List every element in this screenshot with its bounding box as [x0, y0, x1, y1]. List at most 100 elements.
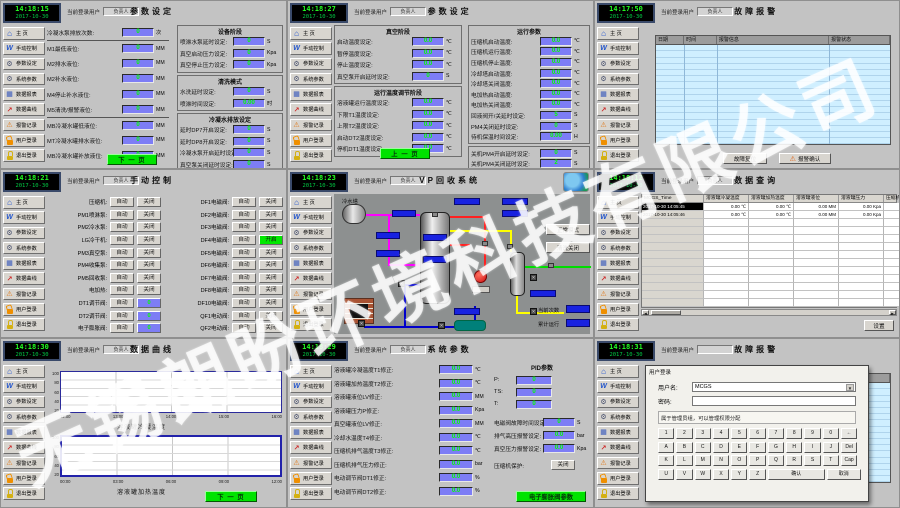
sidebar-item[interactable]: 主 页	[597, 196, 639, 209]
keyboard-key[interactable]: S	[804, 455, 820, 466]
sidebar-item[interactable]: 退出登录	[290, 149, 332, 162]
keyboard-key[interactable]: L	[676, 455, 692, 466]
sidebar-item[interactable]: 手动控制	[597, 42, 639, 55]
param-value-input[interactable]: 0.0	[412, 121, 444, 130]
sidebar-item[interactable]: 手动控制	[3, 42, 45, 55]
keyboard-key[interactable]: B	[676, 442, 692, 453]
keyboard-key[interactable]: C	[695, 442, 711, 453]
sidebar-item[interactable]: 数据报表	[597, 88, 639, 101]
sidebar-item[interactable]: 数据曲线	[290, 441, 332, 454]
keyboard-key[interactable]: ←	[841, 428, 857, 439]
device-state-button[interactable]: 关闭	[137, 222, 161, 232]
keyboard-key[interactable]: W	[695, 469, 711, 480]
sidebar-item[interactable]: 数据报表	[597, 426, 639, 439]
query-table-row[interactable]	[642, 243, 896, 251]
param-value-input[interactable]: 0	[122, 44, 154, 53]
param-value-input[interactable]: 0.0	[439, 487, 473, 496]
sidebar-item[interactable]: 系统参数	[597, 411, 639, 424]
auto-mode-button[interactable]: 自动	[110, 298, 134, 308]
device-state-button[interactable]: 0	[137, 323, 161, 333]
auto-mode-button[interactable]: 自动	[110, 311, 134, 321]
keyboard-key[interactable]: J	[823, 442, 839, 453]
cancel-button[interactable]: 取消	[827, 469, 861, 480]
pid-value-input[interactable]: 0	[516, 388, 552, 397]
sidebar-item[interactable]: 用户登录	[3, 134, 45, 147]
auto-mode-button[interactable]: 自动	[232, 273, 256, 283]
sidebar-item[interactable]: 系统参数	[3, 242, 45, 255]
keyboard-key[interactable]: 2	[676, 428, 692, 439]
keyboard-key[interactable]: D	[713, 442, 729, 453]
sidebar-item[interactable]: 系统参数	[597, 242, 639, 255]
keyboard-key[interactable]: K	[658, 455, 674, 466]
device-state-button[interactable]: 0	[137, 311, 161, 321]
param-value-input[interactable]: 0	[540, 149, 572, 158]
param-value-input[interactable]: 0	[412, 72, 444, 81]
auto-mode-button[interactable]: 自动	[232, 298, 256, 308]
sidebar-item[interactable]: 数据曲线	[3, 272, 45, 285]
pid-value-input[interactable]: 0	[516, 376, 552, 385]
sidebar-item[interactable]: 手动控制	[290, 380, 332, 393]
keyboard-key[interactable]: Del	[841, 442, 857, 453]
auto-mode-button[interactable]: 自动	[110, 248, 134, 258]
keyboard-key[interactable]: 1	[658, 428, 674, 439]
param-value-input[interactable]: 0	[540, 122, 572, 131]
auto-mode-button[interactable]: 自动	[232, 285, 256, 295]
sidebar-item[interactable]: 数据曲线	[597, 272, 639, 285]
device-state-button[interactable]: 关闭	[259, 285, 283, 295]
fault-reset-button[interactable]: 故障复位	[723, 153, 767, 164]
param-value-input[interactable]: 0.00	[233, 99, 265, 108]
sidebar-item[interactable]: 报警记录	[290, 119, 332, 132]
param-value-input[interactable]: 0	[233, 87, 265, 96]
device-state-button[interactable]: 关闭	[259, 311, 283, 321]
param-value-input[interactable]: 0.00	[540, 132, 572, 141]
sidebar-item[interactable]: 系统参数	[290, 73, 332, 86]
auto-mode-button[interactable]: 自动	[232, 311, 256, 321]
next-page-button[interactable]: 下 一 页	[107, 154, 157, 165]
sidebar-item[interactable]: 参数设定	[3, 58, 45, 71]
sidebar-item[interactable]: 参数设定	[3, 396, 45, 409]
param-value-input[interactable]: 0.0	[412, 110, 444, 119]
param-value-input[interactable]: 0.0	[412, 133, 444, 142]
alarm-ack-button[interactable]: ⚠报警确认	[779, 153, 831, 164]
keyboard-key[interactable]: X	[713, 469, 729, 480]
param-value-input[interactable]: 0.0	[540, 69, 572, 78]
sidebar-item[interactable]: 数据报表	[3, 426, 45, 439]
sidebar-item[interactable]: 数据曲线	[290, 103, 332, 116]
sidebar-item[interactable]: 用户登录	[290, 303, 332, 316]
sidebar-item[interactable]: 手动控制	[3, 380, 45, 393]
sidebar-item[interactable]: 报警记录	[290, 288, 332, 301]
param-value-input[interactable]: 0.0	[540, 100, 572, 109]
query-table-row[interactable]	[642, 251, 896, 259]
sidebar-item[interactable]: 手动控制	[290, 42, 332, 55]
scroll-left-arrow[interactable]: ◄	[642, 310, 649, 315]
sidebar-item[interactable]: 数据报表	[3, 257, 45, 270]
device-state-button[interactable]: 开启	[259, 235, 283, 245]
sidebar-item[interactable]: 用户登录	[3, 303, 45, 316]
sidebar-item[interactable]: 退出登录	[597, 149, 639, 162]
auto-mode-button[interactable]: 自动	[232, 235, 256, 245]
sidebar-item[interactable]: 报警记录	[3, 457, 45, 470]
sidebar-item[interactable]: 退出登录	[597, 487, 639, 500]
param-value-input[interactable]: 0.0	[412, 49, 444, 58]
sidebar-item[interactable]: 主 页	[3, 196, 45, 209]
param-value-input[interactable]: 0	[233, 60, 265, 69]
query-table-row[interactable]	[642, 259, 896, 267]
sidebar-item[interactable]: 数据曲线	[290, 272, 332, 285]
sidebar-item[interactable]: 数据报表	[3, 88, 45, 101]
keyboard-key[interactable]: 8	[786, 428, 802, 439]
param-value-input[interactable]: 0.0	[439, 446, 473, 455]
sidebar-item[interactable]: 手动控制	[597, 211, 639, 224]
param-value-input[interactable]: 0.0	[439, 379, 473, 388]
sidebar-item[interactable]: 用户登录	[3, 472, 45, 485]
settings-button[interactable]: 设置	[864, 320, 894, 331]
query-table-row[interactable]	[642, 291, 896, 299]
keyboard-key[interactable]: R	[786, 455, 802, 466]
device-state-button[interactable]: 关闭	[259, 222, 283, 232]
next-page-button[interactable]: 下 一 页	[205, 491, 257, 502]
sidebar-item[interactable]: 参数设定	[597, 58, 639, 71]
param-value-input[interactable]: 0.0	[540, 37, 572, 46]
query-table-row[interactable]	[642, 275, 896, 283]
keyboard-key[interactable]: H	[786, 442, 802, 453]
sidebar-item[interactable]: 数据报表	[290, 88, 332, 101]
sidebar-item[interactable]: 退出登录	[3, 149, 45, 162]
